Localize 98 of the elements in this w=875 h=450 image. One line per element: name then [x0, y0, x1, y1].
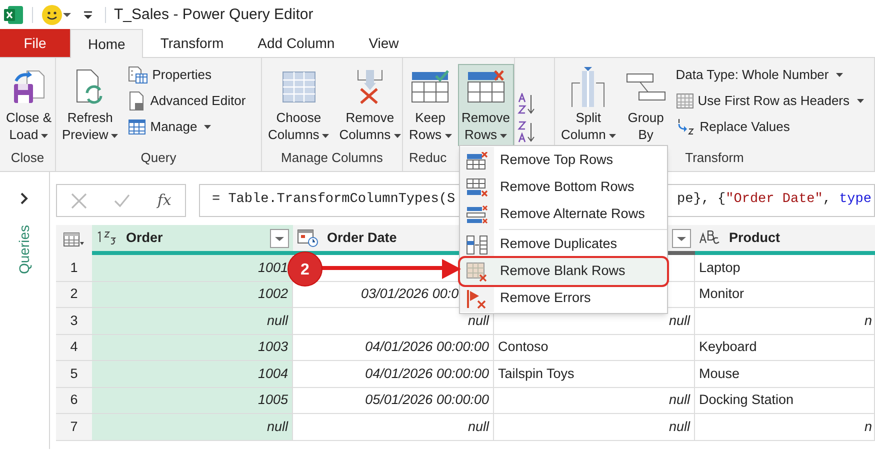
filter-dropdown-icon[interactable]: [270, 228, 289, 248]
group-label: Reduc: [408, 148, 447, 166]
window-title: T_Sales - Power Query Editor: [114, 4, 314, 25]
remove-bottom-rows-icon: [466, 178, 488, 198]
step-number: 2: [300, 262, 310, 278]
table-cell: null: [293, 414, 494, 440]
column-title[interactable]: Product: [729, 228, 871, 248]
properties-icon: [128, 66, 148, 84]
remove-top-rows-icon: [466, 152, 488, 170]
table-menu-icon[interactable]: [63, 232, 85, 248]
group-label: Close: [10, 148, 44, 166]
ribbon-button[interactable]: Properties: [128, 64, 246, 86]
table-cell: Docking Station: [695, 388, 875, 413]
formula-text: = Table.TransformColumnTypes(S: [212, 191, 456, 210]
remove-alternate-rows-icon: [466, 204, 488, 224]
choose-columns-icon: [282, 71, 316, 103]
table-cell: 1004: [92, 361, 293, 386]
whole-number-type-icon[interactable]: [96, 230, 118, 246]
table-cell: Mouse: [695, 361, 875, 386]
group-label: Transform: [685, 148, 744, 166]
menu-item[interactable]: Remove Bottom Rows: [460, 174, 667, 201]
table-cell: Monitor: [695, 282, 875, 307]
table-cell: null: [92, 414, 293, 440]
excel-logo-icon[interactable]: [4, 5, 24, 25]
group-label: Manage Columns: [281, 148, 383, 167]
ribbon-tab[interactable]: Home: [70, 29, 144, 58]
ribbon-button[interactable]: Choose Columns: [264, 64, 334, 146]
row-number[interactable]: 7: [56, 414, 92, 440]
ribbon-button[interactable]: Group By: [622, 64, 670, 146]
table-cell: Tailspin Toys: [494, 361, 695, 386]
menu-item[interactable]: Remove Top Rows: [460, 147, 667, 174]
filter-dropdown-icon[interactable]: [672, 228, 691, 248]
menu-item[interactable]: Remove Alternate Rows: [460, 201, 667, 228]
table-cell: 1002: [92, 282, 293, 307]
table-cell: Contoso: [494, 334, 695, 360]
table-cell: null: [494, 414, 695, 440]
ribbon-button[interactable]: Manage: [128, 116, 246, 138]
text-type-icon[interactable]: [699, 229, 721, 247]
table-cell: 05/01/2026 00:00:00: [293, 388, 494, 413]
caret-icon[interactable]: [63, 12, 71, 18]
table-cell: Keyboard: [695, 334, 875, 360]
table-cell: 04/01/2026 00:00:00: [293, 361, 494, 386]
ribbon-button[interactable]: Close & Load: [2, 64, 56, 146]
ribbon-button[interactable]: Refresh Preview: [58, 64, 122, 146]
row-number[interactable]: 4: [56, 334, 92, 360]
table-cell: null: [494, 388, 695, 413]
sort-ascending-icon[interactable]: [517, 92, 535, 114]
table-cell: 1005: [92, 388, 293, 413]
ribbon-button[interactable]: Remove Rows: [458, 64, 514, 146]
ribbon-button[interactable]: Data Type: Whole Number: [676, 64, 864, 86]
remove-blank-rows-icon: [466, 262, 488, 282]
queries-panel-label[interactable]: Queries: [14, 225, 35, 274]
table-cell: 1003: [92, 334, 293, 360]
remove-rows-icon: [466, 70, 505, 104]
keep-rows-icon: [411, 70, 450, 104]
function-label[interactable]: fx: [157, 189, 172, 212]
expand-chevron-icon[interactable]: [20, 192, 29, 205]
table-cell: Laptop: [695, 255, 875, 280]
row-number[interactable]: 5: [56, 361, 92, 386]
ribbon-button[interactable]: Keep Rows: [405, 64, 456, 146]
column-title[interactable]: Order: [126, 228, 262, 248]
step-badge: [288, 252, 322, 286]
column-title[interactable]: Order Date: [327, 228, 463, 248]
remove-duplicates-icon: [466, 234, 488, 254]
table-cell: 1001: [92, 255, 293, 280]
ribbon-button[interactable]: Advanced Editor: [128, 90, 246, 112]
table-cell: null: [92, 308, 293, 334]
close-load-icon: [12, 69, 45, 105]
row-number[interactable]: 6: [56, 388, 92, 413]
document-icon: [128, 91, 146, 111]
table-icon: [128, 119, 146, 135]
table-icon: [676, 93, 694, 109]
replace-values-icon: [676, 117, 696, 137]
table-cell: n: [695, 308, 875, 334]
ribbon-button[interactable]: Use First Row as Headers: [676, 90, 864, 112]
remove-errors-icon: [466, 288, 488, 308]
menu-item[interactable]: Remove Blank Rows: [460, 258, 667, 285]
check-icon[interactable]: [114, 194, 130, 208]
group-label: Query: [140, 148, 176, 167]
formula-text: pe}, {: [677, 191, 726, 210]
formula-text: ,: [822, 191, 832, 210]
remove-columns-icon: [354, 69, 385, 105]
group-by-icon: [626, 72, 666, 102]
split-column-icon: [570, 67, 606, 107]
smiley-icon[interactable]: [41, 4, 63, 26]
row-number[interactable]: 2: [56, 282, 92, 307]
table-cell: n: [695, 414, 875, 440]
date-time-type-icon[interactable]: [297, 229, 319, 247]
ribbon-button[interactable]: Replace Values: [676, 116, 864, 138]
ribbon-tab[interactable]: File: [0, 29, 70, 57]
formula-text: type: [839, 191, 872, 210]
sort-descending-icon[interactable]: [517, 120, 535, 142]
table-cell: 04/01/2026 00:00:00: [293, 334, 494, 360]
customize-toolbar-icon[interactable]: [83, 10, 93, 20]
ribbon-button[interactable]: Remove Columns: [335, 64, 405, 146]
formula-text: "Order Date": [726, 191, 823, 210]
row-number[interactable]: 1: [56, 255, 92, 280]
row-number[interactable]: 3: [56, 308, 92, 334]
